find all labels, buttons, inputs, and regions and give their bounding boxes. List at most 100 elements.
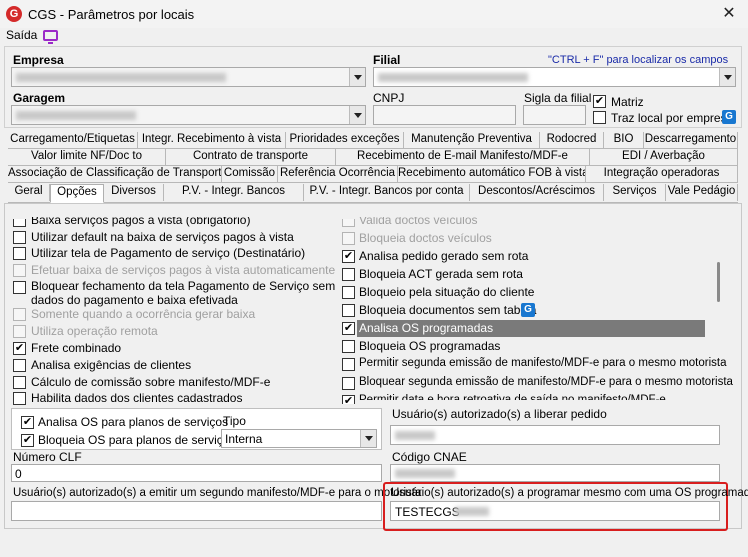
codigo-cnae-field[interactable] (390, 464, 720, 482)
chevron-down-icon[interactable] (349, 106, 365, 124)
chevron-down-icon[interactable] (719, 68, 735, 86)
option-checkbox[interactable] (13, 376, 26, 389)
filial-combo[interactable] (373, 67, 736, 87)
tab-diversos[interactable]: Diversos (104, 184, 164, 201)
option-checkbox[interactable]: ✔ (342, 322, 355, 335)
chevron-down-icon[interactable] (360, 430, 376, 447)
tab-prioridades[interactable]: Prioridades exceções (286, 132, 404, 149)
analisa-os-checkbox[interactable]: ✔ (21, 416, 34, 429)
usuarios-liberar-field[interactable] (390, 425, 720, 445)
option-label: Bloquear fechamento da tela Pagamento de… (31, 279, 336, 293)
option-checkbox[interactable]: ✔ (342, 250, 355, 263)
option-checkbox[interactable] (342, 377, 355, 390)
tab-row-1: Carregamento/Etiquetas Integr. Recebimen… (8, 132, 738, 149)
garagem-value-blurred (16, 111, 136, 120)
option-checkbox[interactable] (13, 231, 26, 244)
garagem-combo[interactable] (11, 105, 366, 125)
option-label: Efetuar baixa de serviços pagos à vista … (31, 263, 336, 277)
tab-manutencao[interactable]: Manutenção Preventiva (404, 132, 540, 149)
option-checkbox[interactable] (13, 325, 26, 338)
option-checkbox[interactable]: ✔ (342, 395, 355, 404)
tab-pv-integr-bancos-conta[interactable]: P.V. - Integr. Bancos por conta (304, 184, 470, 201)
tab-referencia[interactable]: Referência Ocorrência (278, 166, 398, 183)
option-checkbox[interactable] (342, 304, 355, 317)
usuarios-segundo-field[interactable] (11, 501, 382, 521)
tab-recebimento-email[interactable]: Recebimento de E-mail Manifesto/MDF-e (336, 149, 590, 166)
tab-opcoes[interactable]: Opções (50, 184, 104, 203)
tab-pv-integr-bancos[interactable]: P.V. - Integr. Bancos (164, 184, 304, 201)
tab-recebimento-fob[interactable]: Recebimento automático FOB à vista (398, 166, 586, 183)
tab-integracao[interactable]: Integração operadoras (586, 166, 738, 183)
tipo-combo[interactable]: Interna (221, 429, 377, 448)
usuarios-programar-field[interactable]: TESTECGS (390, 501, 720, 521)
option-label: Valida doctos veículos (359, 213, 478, 227)
option-checkbox[interactable] (13, 247, 26, 260)
tab-edi[interactable]: EDI / Averbação (590, 149, 738, 166)
tab-valor-limite[interactable]: Valor limite NF/Doc to (8, 149, 166, 166)
option-label: Somente quando a ocorrência gerar baixa (31, 307, 256, 321)
option-checkbox[interactable] (342, 219, 355, 227)
cnpj-field[interactable] (373, 105, 516, 125)
tab-descarregamento[interactable]: Descarregamento (644, 132, 738, 149)
tab-rodocred[interactable]: Rodocred (540, 132, 604, 149)
option-label: Cálculo de comissão sobre manifesto/MDF-… (31, 375, 271, 389)
window-title: CGS - Parâmetros por locais (28, 6, 195, 22)
g-info-icon[interactable]: G (722, 110, 736, 124)
usuarios-segundo-label: Usuário(s) autorizado(s) a emitir um seg… (13, 487, 422, 499)
menu-saida[interactable]: Saída (6, 28, 37, 42)
tipo-value: Interna (225, 432, 263, 446)
sigla-label: Sigla da filial (524, 91, 592, 105)
option-checkbox[interactable] (13, 308, 26, 321)
option-checkbox[interactable] (342, 286, 355, 299)
option-checkbox[interactable] (342, 268, 355, 281)
matriz-label: Matriz (611, 95, 644, 109)
tab-servicos[interactable]: Serviços (604, 184, 666, 201)
tab-contrato[interactable]: Contrato de transporte (166, 149, 336, 166)
monitor-icon[interactable] (43, 29, 59, 44)
option-checkbox[interactable] (13, 392, 26, 405)
filial-value-blurred (378, 73, 528, 82)
option-checkbox[interactable] (13, 219, 26, 227)
numero-clf-field[interactable]: 0 (11, 464, 382, 482)
analisa-os-label: Analisa OS para planos de serviços (38, 415, 229, 429)
chevron-down-icon[interactable] (349, 68, 365, 86)
tab-vale-pedagio[interactable]: Vale Pedágio (666, 184, 738, 201)
tab-bio[interactable]: BIO (604, 132, 644, 149)
tab-associacao[interactable]: Associação de Classificação de Transport… (8, 166, 222, 183)
option-checkbox[interactable] (13, 281, 26, 294)
option-label: Utilizar tela de Pagamento de serviço (D… (31, 246, 306, 260)
scrollbar-thumb[interactable] (717, 262, 720, 302)
traz-local-checkbox[interactable] (593, 111, 606, 124)
tab-geral[interactable]: Geral (8, 184, 50, 201)
tipo-label: Tipo (223, 414, 246, 428)
tab-row-3: Associação de Classificação de Transport… (8, 166, 738, 183)
tab-carregamento[interactable]: Carregamento/Etiquetas (8, 132, 138, 149)
option-checkbox[interactable] (13, 264, 26, 277)
matriz-checkbox[interactable]: ✔ (593, 95, 606, 108)
option-checkbox[interactable]: ✔ (13, 342, 26, 355)
tab-row-4: Geral Opções Diversos P.V. - Integr. Ban… (8, 184, 738, 203)
option-label: Habilita dados dos clientes cadastrados (31, 391, 243, 405)
empresa-label: Empresa (13, 53, 64, 67)
sigla-field[interactable] (523, 105, 586, 125)
option-checkbox[interactable] (342, 232, 355, 245)
usuarios-programar-value: TESTECGS (395, 505, 460, 519)
bloqueia-os-checkbox[interactable]: ✔ (21, 434, 34, 447)
option-checkbox[interactable] (342, 358, 355, 371)
option-label: Baixa serviços pagos à vista (obrigatóri… (31, 213, 251, 227)
option-checkbox[interactable] (13, 359, 26, 372)
option-label: Permitir data e hora retroativa de saída… (359, 394, 666, 406)
close-button[interactable]: ✕ (718, 4, 740, 24)
tab-integr-recebimento[interactable]: Integr. Recebimento à vista (138, 132, 286, 149)
tab-descontos[interactable]: Descontos/Acréscimos (470, 184, 604, 201)
g-info-icon[interactable]: G (521, 303, 535, 317)
option-label: Analisa exigências de clientes (31, 358, 192, 372)
empresa-combo[interactable] (11, 67, 366, 87)
tab-comissao[interactable]: Comissão (222, 166, 278, 183)
usuarios-liberar-label: Usuário(s) autorizado(s) a liberar pedid… (392, 407, 607, 421)
garagem-label: Garagem (13, 91, 66, 105)
options-scrollbar[interactable] (715, 212, 722, 402)
option-checkbox[interactable] (342, 340, 355, 353)
option-label: Bloqueia documentos sem tabela (359, 303, 537, 317)
codigo-cnae-blurred (395, 469, 455, 478)
